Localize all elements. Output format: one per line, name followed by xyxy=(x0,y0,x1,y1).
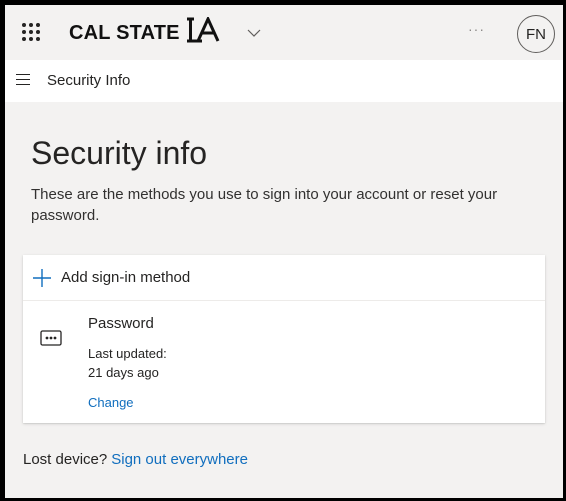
app-window: CAL STATE ··· FN Security Info Security … xyxy=(5,5,563,498)
lost-device-row: Lost device? Sign out everywhere xyxy=(23,451,248,468)
lost-device-label: Lost device? xyxy=(23,451,108,468)
nav-title: Security Info xyxy=(47,72,131,89)
add-sign-in-method-button[interactable]: Add sign-in method xyxy=(23,255,545,301)
last-updated-value: 21 days ago xyxy=(88,365,159,380)
method-name: Password xyxy=(88,315,154,332)
sign-out-everywhere-link[interactable]: Sign out everywhere xyxy=(111,451,248,468)
change-password-link[interactable]: Change xyxy=(88,395,134,410)
page-title: Security info xyxy=(31,135,208,171)
logo-mark-icon xyxy=(186,15,220,49)
chevron-down-icon[interactable] xyxy=(245,23,263,41)
hamburger-icon[interactable] xyxy=(16,74,30,86)
add-sign-in-method-label: Add sign-in method xyxy=(61,269,191,286)
page-description: These are the methods you use to sign in… xyxy=(31,186,498,224)
waffle-icon[interactable] xyxy=(22,23,40,41)
top-header: CAL STATE ··· FN xyxy=(5,5,563,60)
nav-bar: Security Info xyxy=(5,60,563,102)
logo-text: CAL STATE xyxy=(69,21,180,44)
avatar[interactable]: FN xyxy=(517,15,555,53)
org-logo: CAL STATE xyxy=(69,15,220,49)
password-icon xyxy=(40,329,62,347)
last-updated-label: Last updated: xyxy=(88,346,167,361)
plus-icon xyxy=(32,268,52,288)
methods-card: Add sign-in method Password Last updated… xyxy=(23,255,545,423)
more-icon[interactable]: ··· xyxy=(468,21,485,37)
